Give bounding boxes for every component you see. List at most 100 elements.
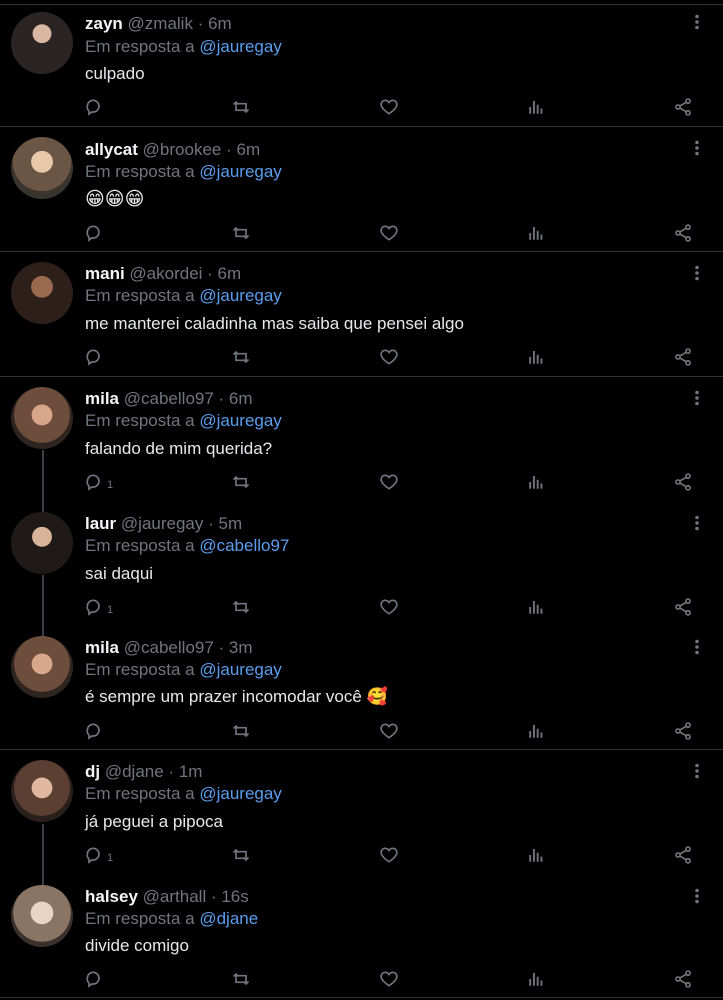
- handle[interactable]: @jauregay: [121, 514, 203, 533]
- share-button[interactable]: [673, 345, 693, 369]
- more-options-button[interactable]: [690, 265, 704, 281]
- views-button[interactable]: [527, 345, 545, 369]
- more-options-button[interactable]: [690, 515, 704, 531]
- retweet-button[interactable]: [230, 470, 252, 494]
- mention-link[interactable]: @jauregay: [199, 411, 281, 430]
- avatar[interactable]: [11, 636, 73, 698]
- views-button[interactable]: [527, 470, 545, 494]
- like-button[interactable]: [379, 967, 399, 991]
- display-name[interactable]: laur: [85, 514, 116, 533]
- mention-link[interactable]: @jauregay: [199, 784, 281, 803]
- display-name[interactable]: mila: [85, 389, 119, 408]
- views-button[interactable]: [527, 595, 545, 619]
- retweet-button[interactable]: [230, 719, 252, 743]
- retweet-button[interactable]: [230, 95, 252, 119]
- like-button[interactable]: [379, 843, 399, 867]
- display-name[interactable]: mila: [85, 638, 119, 657]
- timestamp[interactable]: · 6m: [198, 14, 232, 33]
- timestamp[interactable]: · 3m: [219, 638, 253, 657]
- tweet[interactable]: laur @jauregay · 5m Em resposta a @cabel…: [0, 501, 723, 625]
- views-button[interactable]: [527, 843, 545, 867]
- more-options-button[interactable]: [690, 390, 704, 406]
- like-button[interactable]: [379, 719, 399, 743]
- handle[interactable]: @cabello97: [124, 389, 214, 408]
- reply-button[interactable]: 1: [84, 470, 113, 494]
- mention-link[interactable]: @jauregay: [199, 660, 281, 679]
- reply-button[interactable]: [84, 345, 104, 369]
- like-button[interactable]: [379, 95, 399, 119]
- handle[interactable]: @akordei: [129, 264, 202, 283]
- tweet[interactable]: mila @cabello97 · 3m Em resposta a @jaur…: [0, 625, 723, 749]
- display-name[interactable]: dj: [85, 762, 100, 781]
- reply-button[interactable]: [84, 221, 104, 245]
- heart-icon: [379, 845, 399, 865]
- tweet[interactable]: halsey @arthall · 16s Em resposta a @dja…: [0, 874, 723, 997]
- mention-link[interactable]: @jauregay: [199, 162, 281, 181]
- tweet[interactable]: mila @cabello97 · 6m Em resposta a @jaur…: [0, 376, 723, 501]
- share-button[interactable]: [673, 95, 693, 119]
- tweet[interactable]: zayn @zmalik · 6m Em resposta a @jaurega…: [0, 0, 723, 126]
- avatar[interactable]: [11, 760, 73, 822]
- avatar[interactable]: [11, 885, 73, 947]
- like-button[interactable]: [379, 345, 399, 369]
- avatar[interactable]: [11, 387, 73, 449]
- display-name[interactable]: mani: [85, 264, 125, 283]
- mention-link[interactable]: @djane: [199, 909, 258, 928]
- handle[interactable]: @zmalik: [128, 14, 193, 33]
- more-options-button[interactable]: [690, 14, 704, 30]
- tweet[interactable]: mani @akordei · 6m Em resposta a @jaureg…: [0, 251, 723, 376]
- avatar[interactable]: [11, 512, 73, 574]
- reply-button[interactable]: 1: [84, 595, 113, 619]
- timestamp[interactable]: · 6m: [219, 389, 253, 408]
- display-name[interactable]: zayn: [85, 14, 123, 33]
- more-options-button[interactable]: [690, 639, 704, 655]
- retweet-button[interactable]: [230, 967, 252, 991]
- like-button[interactable]: [379, 221, 399, 245]
- share-button[interactable]: [673, 470, 693, 494]
- timestamp[interactable]: · 6m: [226, 140, 260, 159]
- retweet-button[interactable]: [230, 221, 252, 245]
- display-name[interactable]: allycat: [85, 140, 138, 159]
- views-button[interactable]: [527, 221, 545, 245]
- tweet-text: me manterei caladinha mas saiba que pens…: [85, 314, 464, 333]
- avatar[interactable]: [11, 12, 73, 74]
- timestamp[interactable]: · 16s: [211, 887, 249, 906]
- vertical-dots-icon: [690, 763, 704, 783]
- tweet[interactable]: dj @djane · 1m Em resposta a @jauregay j…: [0, 749, 723, 874]
- vertical-dots-icon: [690, 265, 704, 285]
- avatar[interactable]: [11, 137, 73, 199]
- mention-link[interactable]: @jauregay: [199, 286, 281, 305]
- share-button[interactable]: [673, 719, 693, 743]
- more-options-button[interactable]: [690, 763, 704, 779]
- retweet-button[interactable]: [230, 345, 252, 369]
- reply-button[interactable]: [84, 967, 104, 991]
- tweet[interactable]: allycat @brookee · 6m Em resposta a @jau…: [0, 126, 723, 251]
- reply-button[interactable]: [84, 95, 104, 119]
- share-button[interactable]: [673, 221, 693, 245]
- retweet-button[interactable]: [230, 843, 252, 867]
- share-button[interactable]: [673, 967, 693, 991]
- display-name[interactable]: halsey: [85, 887, 138, 906]
- retweet-button[interactable]: [230, 595, 252, 619]
- views-button[interactable]: [527, 967, 545, 991]
- handle[interactable]: @cabello97: [124, 638, 214, 657]
- share-button[interactable]: [673, 595, 693, 619]
- handle[interactable]: @arthall: [143, 887, 207, 906]
- like-button[interactable]: [379, 470, 399, 494]
- timestamp[interactable]: · 5m: [208, 514, 242, 533]
- reply-button[interactable]: [84, 719, 104, 743]
- handle[interactable]: @djane: [105, 762, 164, 781]
- mention-link[interactable]: @cabello97: [199, 536, 289, 555]
- more-options-button[interactable]: [690, 140, 704, 156]
- views-button[interactable]: [527, 719, 545, 743]
- reply-button[interactable]: 1: [84, 843, 113, 867]
- timestamp[interactable]: · 1m: [168, 762, 202, 781]
- views-button[interactable]: [527, 95, 545, 119]
- share-button[interactable]: [673, 843, 693, 867]
- handle[interactable]: @brookee: [143, 140, 222, 159]
- mention-link[interactable]: @jauregay: [199, 37, 281, 56]
- like-button[interactable]: [379, 595, 399, 619]
- more-options-button[interactable]: [690, 888, 704, 904]
- avatar[interactable]: [11, 262, 73, 324]
- timestamp[interactable]: · 6m: [207, 264, 241, 283]
